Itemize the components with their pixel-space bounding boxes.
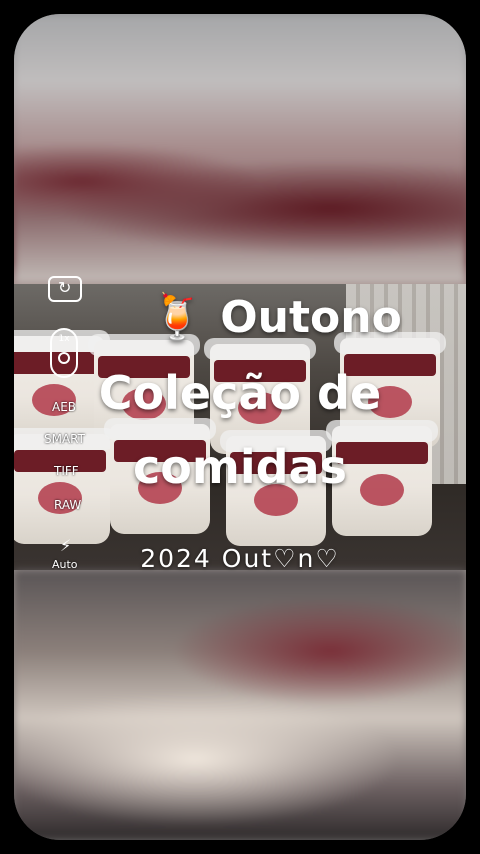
title-line-3: comidas — [133, 440, 347, 494]
blurred-background-top — [14, 14, 466, 284]
story-frame — [14, 14, 466, 840]
subtitle: 2024 Out♡n♡ — [140, 544, 340, 573]
title-word: Outono — [220, 292, 402, 343]
mode-raw[interactable]: RAW — [54, 498, 81, 512]
zoom-dot-icon — [58, 352, 70, 364]
title-line-1: 🍹 Outono — [36, 296, 480, 340]
title-line-2: Coleção de — [98, 366, 382, 420]
blurred-background-bottom — [14, 570, 466, 840]
cocktail-emoji: 🍹 — [150, 292, 205, 343]
